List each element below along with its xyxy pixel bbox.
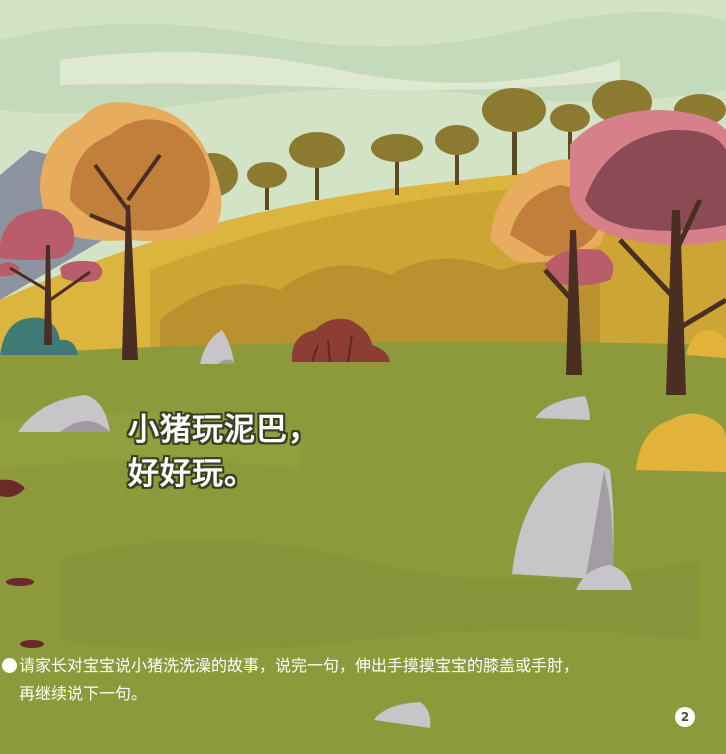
bullet-icon bbox=[2, 658, 17, 673]
instruction-line-2: 再继续说下一句。 bbox=[19, 684, 148, 703]
mud-spot bbox=[6, 578, 34, 586]
story-line-2: 好好玩。 bbox=[128, 456, 256, 492]
mud-spot bbox=[20, 640, 44, 648]
story-line-1: 小猪玩泥巴， bbox=[128, 412, 320, 448]
parent-instruction: 请家长对宝宝说小猪洗洗澡的故事，说完一句，伸出手摸摸宝宝的膝盖或手肘， 再继续说… bbox=[2, 652, 702, 708]
instruction-line-1: 请家长对宝宝说小猪洗洗澡的故事，说完一句，伸出手摸摸宝宝的膝盖或手肘， bbox=[2, 652, 702, 680]
story-text: 小猪玩泥巴， 好好玩。 bbox=[128, 408, 320, 496]
instruction-text-1: 请家长对宝宝说小猪洗洗澡的故事，说完一句，伸出手摸摸宝宝的膝盖或手肘， bbox=[19, 656, 580, 675]
page-number: 2 bbox=[675, 707, 695, 727]
background-illustration bbox=[0, 0, 726, 754]
